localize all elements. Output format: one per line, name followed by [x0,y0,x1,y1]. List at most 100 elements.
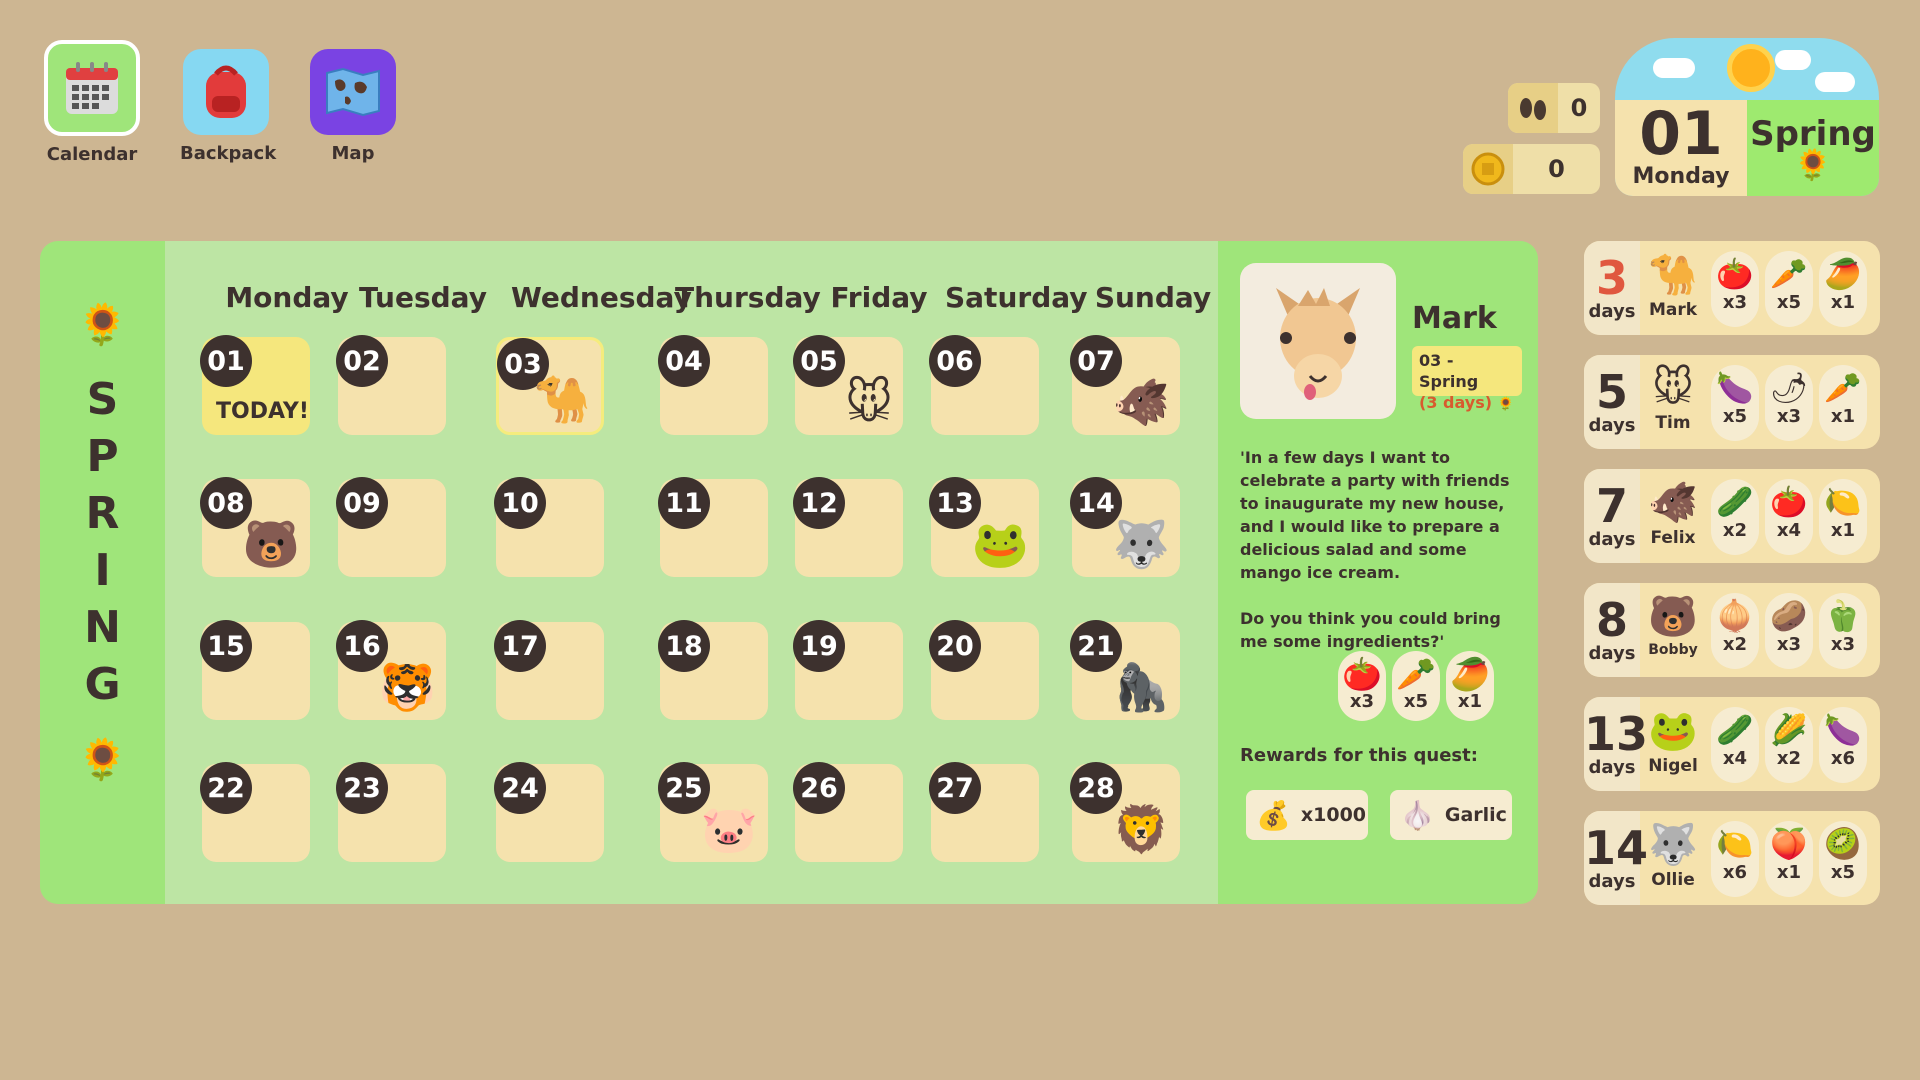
quest-required-item: 🥕 x5 [1392,651,1440,721]
quest-dialogue-line: Do you think you could bring me some ing… [1240,609,1501,651]
cloud-icon [1775,50,1811,70]
calendar-day-cell[interactable]: 14 🐺 [1070,477,1180,577]
coins-value: 0 [1548,155,1565,183]
villager-name: Bobby [1648,642,1698,658]
villager-avatar-icon: 🐻 [242,517,300,571]
villager-avatar-icon: 🦁 [1112,802,1170,856]
ingredient-icon: 🍋 [1716,827,1754,862]
quest-villager: 🐻 Bobby [1640,583,1706,677]
calendar-day-cell[interactable]: 17 [494,620,604,720]
calendar-day-cell[interactable]: 23 [336,762,446,862]
day-number-badge: 17 [494,620,546,672]
quest-card[interactable]: 7 days 🐗 Felix 🥒 x2 🍅 x4 🍋 x1 [1584,469,1880,563]
calendar-day-cell[interactable]: 02 [336,335,446,435]
nav-calendar[interactable]: Calendar [40,40,144,165]
calendar-day-cell[interactable]: 08 🐻 [200,477,310,577]
days-label: days [1588,529,1636,550]
ingredient-icon: 🍆 [1824,713,1862,748]
quest-card[interactable]: 3 days 🐪 Mark 🍅 x3 🥕 x5 🥭 x1 [1584,241,1880,335]
ingredient-icon: 🍅 [1716,257,1754,292]
day-number-badge: 10 [494,477,546,529]
reward-label: Garlic [1444,804,1507,826]
nav-map[interactable]: Map [309,49,397,164]
ingredient-icon: 🥕 [1770,257,1808,292]
quest-card[interactable]: 14 days 🐺 Ollie 🍋 x6 🍑 x1 🥝 x5 [1584,811,1880,905]
reward-label: x1000 [1300,804,1367,826]
quest-due-days: (3 days) [1419,393,1493,412]
calendar-day-cell[interactable]: 16 🐯 [336,620,446,720]
quest-villager: 🐭 Tim [1640,355,1706,449]
current-day: 01 Monday [1615,100,1747,196]
villager-avatar-icon: 🐸 [1648,708,1698,754]
day-number-badge: 15 [200,620,252,672]
calendar-day-cell[interactable]: 15 [200,620,310,720]
ingredient-icon: 🌶 [1769,371,1809,406]
quest-days-left: 5 days [1584,355,1640,449]
ingredient-icon: 🥝 [1824,827,1862,862]
calendar-day-cell[interactable]: 22 [200,762,310,862]
current-season: Spring 🌻 [1747,100,1879,196]
quest-required-item: 🍅 x3 [1338,651,1386,721]
calendar-day-cell[interactable]: 13 🐸 [929,477,1039,577]
calendar-day-cell[interactable]: 05 🐭 [793,335,903,435]
item-quantity: x1 [1776,862,1802,883]
quest-npc-name: Mark [1412,301,1497,336]
villager-name: Ollie [1651,870,1695,890]
calendar-day-cell[interactable]: 12 [793,477,903,577]
weekday-header: Tuesday [359,281,487,314]
quest-required-item: 🧅 x2 [1711,593,1759,669]
steps-counter: 0 [1508,83,1600,133]
calendar-day-cell[interactable]: 09 [336,477,446,577]
calendar-day-cell[interactable]: 21 🦍 [1070,620,1180,720]
season-letter: I [94,545,111,596]
calendar-day-cell[interactable]: 25 🐷 [658,762,768,862]
reward-money: 💰 x1000 [1246,790,1368,840]
days-number: 8 [1595,593,1628,647]
ingredient-icon: 🍅 [1770,485,1808,520]
quest-card[interactable]: 5 days 🐭 Tim 🍆 x5 🌶 x3 🥕 x1 [1584,355,1880,449]
sun-icon [1727,44,1775,92]
mango-icon: 🥭 [1450,655,1490,693]
days-label: days [1588,871,1636,892]
nav-backpack-label: Backpack [180,143,277,164]
ingredient-icon: 🥒 [1716,485,1754,520]
season-letter: R [85,488,120,539]
villager-avatar-icon: 🐗 [1648,480,1698,526]
calendar-day-cell[interactable]: 26 [793,762,903,862]
ingredient-icon: 🥭 [1824,257,1862,292]
calendar-day-cell[interactable]: 01 TODAY! [200,335,310,435]
calendar-day-cell[interactable]: 07 🐗 [1070,335,1180,435]
calendar-day-cell[interactable]: 20 [929,620,1039,720]
ingredient-icon: 🌽 [1770,713,1808,748]
villager-avatar-icon: 🐻 [1648,594,1698,640]
cloud-icon [1815,72,1855,92]
season-letter: N [84,602,121,653]
day-number-badge: 22 [200,762,252,814]
quest-card[interactable]: 13 days 🐸 Nigel 🥒 x4 🌽 x2 🍆 x6 [1584,697,1880,791]
calendar-day-cell[interactable]: 28 🦁 [1070,762,1180,862]
calendar-day-cell[interactable]: 24 [494,762,604,862]
quest-card[interactable]: 8 days 🐻 Bobby 🧅 x2 🥔 x3 🫑 x3 [1584,583,1880,677]
reward-item: 🧄 Garlic [1390,790,1512,840]
villager-avatar-icon: 🐸 [971,517,1029,571]
calendar-day-cell[interactable]: 19 [793,620,903,720]
quest-required-item: 🌶 x3 [1765,365,1813,441]
quest-required-item: 🍆 x6 [1819,707,1867,783]
item-quantity: x6 [1722,862,1748,883]
calendar-day-cell[interactable]: 11 [658,477,768,577]
calendar-day-cell[interactable]: 06 [929,335,1039,435]
quest-required-item: 🍆 x5 [1711,365,1759,441]
ingredient-icon: 🥔 [1770,599,1808,634]
item-quantity: x3 [1776,634,1802,655]
nav-backpack[interactable]: Backpack [180,49,277,164]
calendar-day-cell[interactable]: 03 🐪 [496,337,604,435]
day-number-badge: 09 [336,477,388,529]
quest-days-left: 7 days [1584,469,1640,563]
item-quantity: x5 [1776,292,1802,313]
calendar-day-cell[interactable]: 10 [494,477,604,577]
day-number-badge: 01 [200,335,252,387]
calendar-day-cell[interactable]: 27 [929,762,1039,862]
calendar-day-cell[interactable]: 04 [658,335,768,435]
quest-villager: 🐗 Felix [1640,469,1706,563]
calendar-day-cell[interactable]: 18 [658,620,768,720]
